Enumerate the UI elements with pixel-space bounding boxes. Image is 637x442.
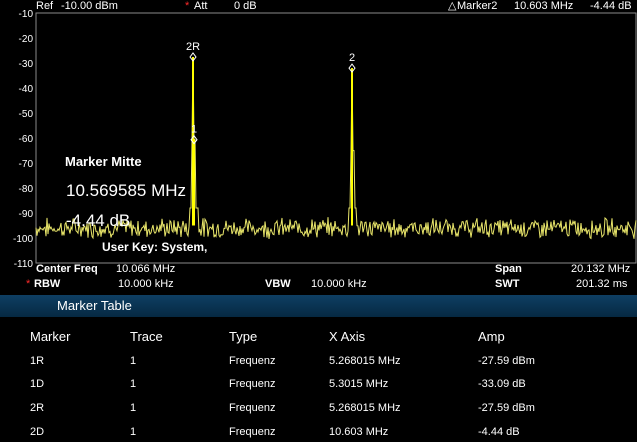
cell-x-axis: 5.3015 MHz [329, 378, 389, 390]
rbw-manual-star: * [26, 278, 31, 290]
marker-label: 2 [349, 52, 355, 64]
cell-marker: 1R [30, 355, 45, 367]
rbw-label[interactable]: RBW [34, 278, 60, 291]
swt-label[interactable]: SWT [495, 278, 519, 291]
cell-amp: -27.59 dBm [478, 402, 535, 414]
y-tick-label: -20 [19, 34, 34, 45]
y-tick-label: -90 [19, 209, 34, 220]
y-tick-label: -100 [13, 234, 33, 245]
cell-amp: -4.44 dB [478, 426, 520, 438]
spectrum-plot[interactable]: -10-20-30-40-50-60-70-80-90-100-110 2R12 [0, 0, 637, 275]
cell-type: Frequenz [229, 402, 276, 414]
marker-overlay-freq: 10.569585 MHz [66, 181, 187, 200]
y-tick-label: -80 [19, 184, 34, 195]
rbw-value: 10.000 kHz [118, 278, 174, 290]
footer-row-2: * RBW 10.000 kHz VBW 10.000 kHz SWT 201.… [0, 278, 637, 291]
cell-trace: 1 [130, 426, 137, 438]
marker-table-header: Marker Trace Type X Axis Amp [0, 329, 637, 345]
marker-table-titlebar: Marker Table [0, 295, 637, 317]
table-row[interactable]: 1R 1 Frequenz 5.268015 MHz -27.59 dBm [0, 355, 637, 369]
table-row[interactable]: 2R 1 Frequenz 5.268015 MHz -27.59 dBm [0, 402, 637, 416]
span-label[interactable]: Span [495, 263, 522, 276]
center-freq-value: 10.066 MHz [116, 263, 176, 275]
column-header-type: Type [229, 329, 258, 344]
marker-label: 1 [191, 124, 197, 136]
span-value: 20.132 MHz [571, 263, 631, 275]
cell-type: Frequenz [229, 355, 276, 367]
user-key-label: User Key: System, [102, 240, 208, 254]
y-tick-label: -60 [19, 134, 34, 145]
marker-label: 2R [186, 41, 200, 53]
column-header-x-axis: X Axis [329, 329, 366, 344]
footer-row-1: Center Freq 10.066 MHz Span 20.132 MHz [0, 263, 637, 276]
cell-trace: 1 [130, 378, 137, 390]
cell-marker: 1D [30, 378, 45, 390]
y-axis-labels: -10-20-30-40-50-60-70-80-90-100-110 [13, 9, 33, 270]
vbw-label[interactable]: VBW [265, 278, 291, 291]
column-header-trace: Trace [130, 329, 163, 344]
y-tick-label: -50 [19, 109, 34, 120]
cell-x-axis: 5.268015 MHz [329, 355, 401, 367]
y-tick-label: -30 [19, 59, 34, 70]
column-header-marker: Marker [30, 329, 71, 344]
cell-marker: 2R [30, 402, 45, 414]
cell-marker: 2D [30, 426, 45, 438]
column-header-amp: Amp [478, 329, 505, 344]
cell-trace: 1 [130, 402, 137, 414]
marker-table-title: Marker Table [57, 298, 132, 313]
marker-overlay-title: Marker Mitte [65, 154, 142, 169]
cell-x-axis: 5.268015 MHz [329, 402, 401, 414]
swt-value: 201.32 ms [576, 278, 628, 290]
cell-amp: -27.59 dBm [478, 355, 535, 367]
marker-overlay-level: -4.44 dB [66, 211, 131, 230]
y-tick-label: -40 [19, 84, 34, 95]
table-row[interactable]: 1D 1 Frequenz 5.3015 MHz -33.09 dB [0, 378, 637, 392]
cell-amp: -33.09 dB [478, 378, 526, 390]
vbw-value: 10.000 kHz [311, 278, 367, 290]
y-tick-label: -70 [19, 159, 34, 170]
y-tick-label: -10 [19, 9, 34, 20]
marker-lines: 2R 1 2 [186, 41, 356, 226]
cell-x-axis: 10.603 MHz [329, 426, 389, 438]
cell-type: Frequenz [229, 378, 276, 390]
cell-trace: 1 [130, 355, 137, 367]
cell-type: Frequenz [229, 426, 276, 438]
center-freq-label[interactable]: Center Freq [36, 263, 98, 276]
table-row[interactable]: 2D 1 Frequenz 10.603 MHz -4.44 dB [0, 426, 637, 440]
